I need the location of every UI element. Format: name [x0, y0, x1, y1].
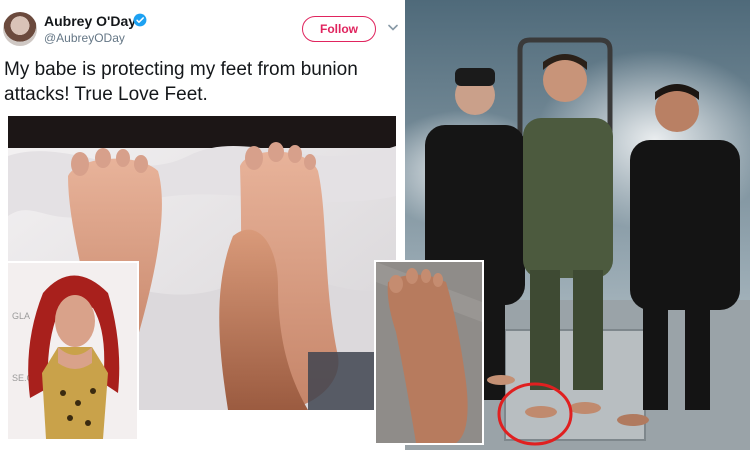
foot-closeup-inset[interactable]: [374, 260, 484, 445]
portrait-image: GLA SE.C: [8, 263, 137, 439]
follow-button[interactable]: Follow: [302, 16, 376, 42]
foot-closeup-image: [376, 262, 482, 443]
avatar[interactable]: [3, 12, 37, 46]
verified-badge-icon: [133, 13, 147, 27]
display-name[interactable]: Aubrey O'Day: [44, 13, 136, 29]
tweet-text-line-1: My babe is protecting my feet from bunio…: [4, 59, 358, 80]
user-handle[interactable]: @AubreyODay: [44, 31, 125, 45]
svg-text:GLA: GLA: [12, 311, 30, 321]
portrait-inset[interactable]: GLA SE.C: [6, 261, 139, 441]
tweet-text-line-2: attacks! True Love Feet.: [4, 84, 208, 105]
chevron-down-icon[interactable]: [388, 24, 398, 32]
tweet-text: My babe is protecting my feet from bunio…: [4, 57, 400, 107]
